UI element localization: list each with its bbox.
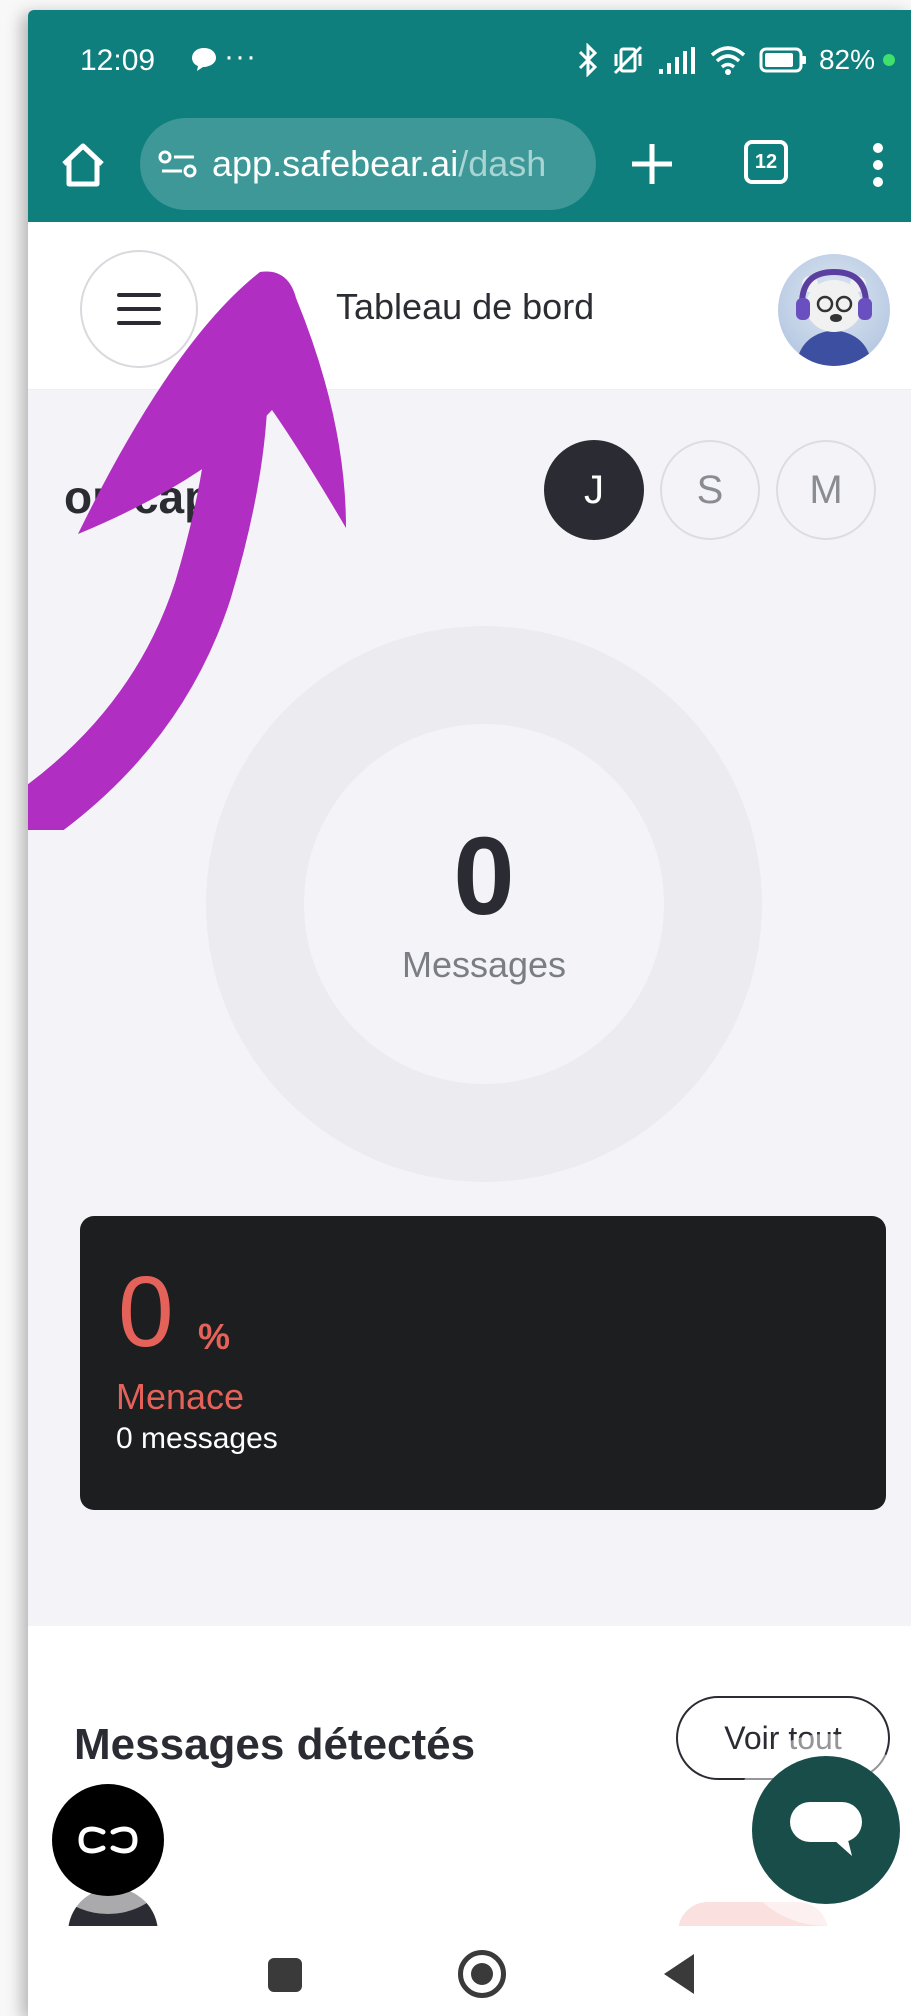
threat-label: Menace	[116, 1376, 245, 1417]
home-dot	[471, 1963, 493, 1985]
privacy-indicator-dot	[883, 54, 895, 66]
system-nav-bar	[28, 1926, 911, 2016]
browser-toolbar: app.safebear.ai/dash 12	[28, 110, 911, 222]
threat-messages-count: 0 messages	[116, 1422, 278, 1455]
bluetooth-icon	[578, 43, 598, 77]
browser-menu-icon[interactable]	[868, 140, 888, 190]
browser-home-icon[interactable]	[58, 140, 108, 190]
avatar[interactable]	[778, 254, 890, 366]
dashboard-content: on cap J S M 0 Messages 0 % Menace 0 mes…	[28, 390, 911, 1626]
tab-switcher-button[interactable]: 12	[744, 140, 788, 184]
address-bar[interactable]: app.safebear.ai/dash	[140, 118, 596, 210]
threat-percent-sign: %	[198, 1316, 231, 1357]
threat-card[interactable]: 0 % Menace 0 messages	[80, 1216, 886, 1510]
menu-button[interactable]	[80, 250, 198, 368]
period-tabs: J S M	[544, 440, 876, 540]
threat-percent: 0	[118, 1256, 174, 1368]
signal-icon	[658, 47, 695, 74]
home-icon[interactable]	[458, 1950, 506, 1998]
messages-donut-chart: 0 Messages	[206, 626, 762, 1182]
site-settings-icon[interactable]	[158, 149, 198, 179]
phone-screen: 12:09 ··· 82% app.safebear.ai /dash 12 T…	[28, 10, 911, 2016]
messages-count: 0	[453, 815, 515, 938]
period-tab-month[interactable]: M	[776, 440, 876, 540]
chat-icon	[790, 1802, 862, 1856]
url-path: /dash	[458, 143, 547, 184]
battery-icon	[759, 47, 806, 73]
chat-bubble-icon	[192, 48, 216, 71]
recents-icon[interactable]	[268, 1958, 302, 1992]
tab-count: 12	[754, 150, 778, 173]
messages-count-label: Messages	[401, 944, 567, 985]
bear-avatar-icon	[796, 268, 872, 366]
page-title: Tableau de bord	[336, 286, 595, 327]
vibrate-icon	[613, 45, 643, 75]
period-tab-day[interactable]: J	[544, 440, 644, 540]
co-floating-button[interactable]	[52, 1784, 164, 1896]
status-icons: 82%	[577, 40, 895, 80]
url-domain: app.safebear.ai	[212, 143, 459, 184]
new-tab-icon[interactable]	[628, 140, 676, 188]
support-chat-button[interactable]	[752, 1756, 900, 1904]
donut-center: 0 Messages	[304, 724, 664, 1084]
period-tab-week[interactable]: S	[660, 440, 760, 540]
status-overflow-indicator: ···	[224, 40, 257, 73]
battery-percent: 82%	[818, 44, 875, 75]
section-heading: on cap	[64, 471, 213, 523]
back-icon[interactable]	[664, 1954, 694, 1994]
status-time: 12:09	[80, 44, 156, 77]
status-bar: 12:09 ··· 82%	[28, 10, 911, 110]
detected-messages-title: Messages détectés	[74, 1720, 476, 1769]
wifi-icon	[710, 46, 746, 75]
hamburger-icon	[117, 293, 161, 325]
browser-chrome: 12:09 ··· 82% app.safebear.ai /dash 12	[28, 10, 911, 222]
co-logo-icon	[78, 1826, 138, 1854]
app-header: Tableau de bord	[28, 222, 911, 390]
